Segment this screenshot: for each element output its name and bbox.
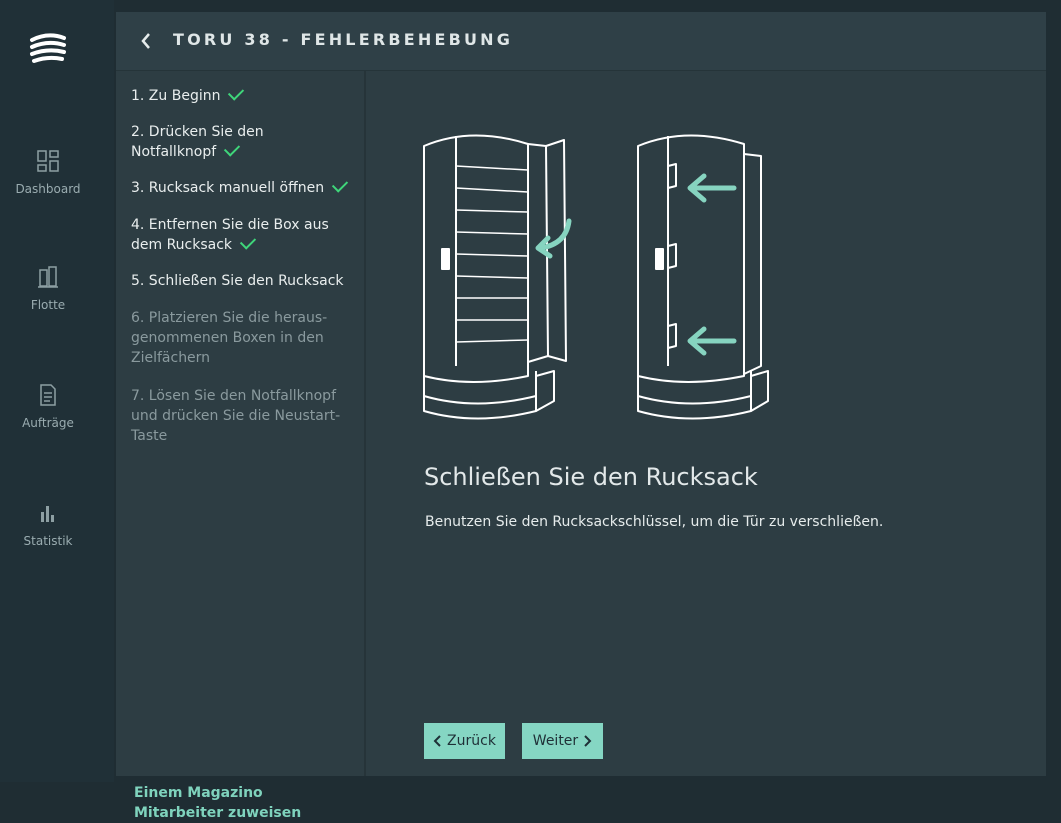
checkmark-icon: [228, 84, 245, 101]
step-label: 7. Lösen Sie den Notfallknopf und drücke…: [131, 388, 341, 444]
nav-label-dashboard: Dashboard: [15, 182, 81, 196]
step-item[interactable]: 3. Rucksack manuell öffnen: [131, 176, 353, 198]
assign-employee-link[interactable]: Einem Magazino Mitarbeiter zuweisen: [134, 783, 354, 823]
chevron-left-icon: [433, 735, 441, 747]
step-item[interactable]: 4. Entfernen Sie die Box aus dem Rucksac…: [131, 215, 356, 255]
next-button-label: Weiter: [532, 733, 579, 749]
step-label: 6. Platzieren Sie die heraus-genommenen …: [131, 310, 328, 366]
nav-item-flotte[interactable]: Flotte: [0, 266, 96, 312]
fleet-icon: [38, 266, 58, 288]
content-description: Benutzen Sie den Rucksackschlüssel, um d…: [425, 514, 884, 530]
step-item[interactable]: 7. Lösen Sie den Notfallknopf und drücke…: [131, 386, 341, 446]
page-title: TORU 38 - FEHLERBEHEBUNG: [173, 30, 514, 49]
robot-backpack-illustration: [423, 134, 769, 420]
nav-item-auftraege[interactable]: Aufträge: [0, 384, 96, 430]
nav-label-flotte: Flotte: [30, 298, 66, 312]
back-button[interactable]: Zurück: [424, 723, 505, 759]
checkmark-icon: [331, 176, 349, 193]
nav-label-statistik: Statistik: [23, 534, 73, 548]
step-content: Schließen Sie den Rucksack Benutzen Sie …: [366, 71, 1046, 776]
sidebar: Dashboard Flotte Aufträge Statistik: [0, 0, 114, 782]
next-button[interactable]: Weiter: [522, 723, 603, 759]
magazino-logo-icon[interactable]: [28, 30, 68, 68]
step-item[interactable]: 6. Platzieren Sie die heraus-genommenen …: [131, 308, 341, 368]
header: TORU 38 - FEHLERBEHEBUNG: [116, 12, 1046, 71]
step-item-current[interactable]: 5. Schließen Sie den Rucksack: [131, 271, 353, 291]
checkmark-icon: [239, 233, 257, 250]
step-label: 3. Rucksack manuell öffnen: [131, 180, 325, 196]
step-item[interactable]: 1. Zu Beginn: [131, 84, 353, 106]
nav-item-statistik[interactable]: Statistik: [0, 502, 96, 548]
nav-item-dashboard[interactable]: Dashboard: [0, 150, 96, 196]
checkmark-icon: [224, 140, 241, 157]
troubleshooting-panel: TORU 38 - FEHLERBEHEBUNG 1. Zu Beginn 2.…: [116, 12, 1046, 821]
step-label: 2. Drücken Sie den Notfallknopf: [131, 124, 264, 160]
dashboard-icon: [37, 150, 59, 172]
step-label: 5. Schließen Sie den Rucksack: [131, 273, 344, 289]
step-label: 1. Zu Beginn: [131, 88, 221, 104]
back-button-label: Zurück: [447, 733, 496, 749]
steps-list: 1. Zu Beginn 2. Drücken Sie den Notfallk…: [116, 71, 366, 821]
chevron-left-icon[interactable]: [138, 31, 154, 51]
chevron-right-icon: [584, 735, 592, 747]
content-title: Schließen Sie den Rucksack: [424, 463, 758, 491]
step-label: 4. Entfernen Sie die Box aus dem Rucksac…: [131, 217, 329, 253]
step-item[interactable]: 2. Drücken Sie den Notfallknopf: [131, 122, 311, 162]
document-icon: [40, 384, 56, 406]
bar-chart-icon: [41, 506, 54, 522]
nav-label-auftraege: Aufträge: [22, 416, 74, 430]
